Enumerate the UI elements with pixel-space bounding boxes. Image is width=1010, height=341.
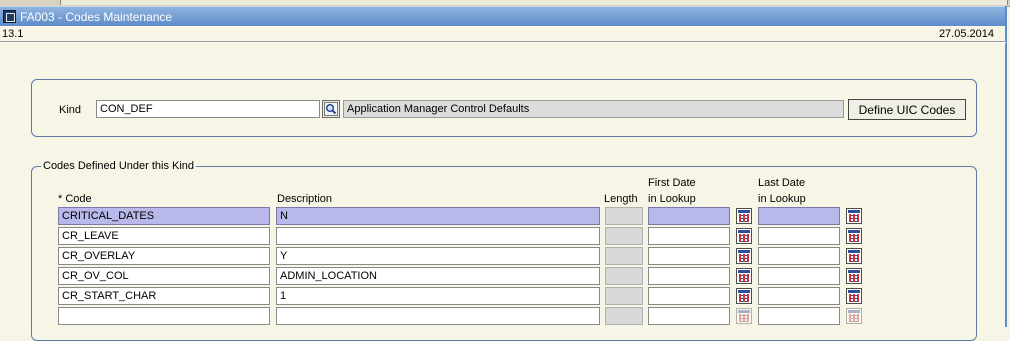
length-cell bbox=[605, 227, 643, 245]
code-cell[interactable]: CR_OV_COL bbox=[58, 267, 270, 285]
code-column-header: * Code bbox=[58, 193, 92, 205]
length-cell bbox=[605, 247, 643, 265]
description-cell[interactable] bbox=[276, 307, 600, 325]
calendar-icon[interactable] bbox=[846, 308, 862, 324]
kind-label: Kind bbox=[59, 104, 82, 116]
define-uic-codes-button[interactable]: Define UIC Codes bbox=[848, 99, 966, 120]
first-date-cell[interactable] bbox=[648, 287, 730, 305]
code-cell[interactable] bbox=[58, 307, 270, 325]
description-cell[interactable]: ADMIN_LOCATION bbox=[276, 267, 600, 285]
calendar-icon[interactable] bbox=[736, 288, 752, 304]
description-cell[interactable]: Y bbox=[276, 247, 600, 265]
first-date-cell[interactable] bbox=[648, 247, 730, 265]
calendar-icon[interactable] bbox=[846, 248, 862, 264]
last-date-header-line1: Last Date bbox=[758, 177, 806, 189]
description-cell[interactable]: 1 bbox=[276, 287, 600, 305]
calendar-icon[interactable] bbox=[846, 288, 862, 304]
description-column-header: Description bbox=[277, 193, 333, 205]
window-titlebar: FA003 - Codes Maintenance bbox=[0, 6, 1006, 26]
length-cell bbox=[605, 287, 643, 305]
first-date-header-line1: First Date bbox=[648, 177, 696, 189]
codes-section-title: Codes Defined Under this Kind bbox=[41, 160, 197, 172]
first-date-cell[interactable] bbox=[648, 227, 730, 245]
window-right-border bbox=[1005, 6, 1007, 327]
calendar-icon[interactable] bbox=[736, 208, 752, 224]
first-date-header-line2: in Lookup bbox=[648, 193, 696, 205]
app-window-icon bbox=[3, 10, 16, 23]
description-cell[interactable]: N bbox=[276, 207, 600, 225]
calendar-icon[interactable] bbox=[846, 268, 862, 284]
last-date-cell[interactable] bbox=[758, 287, 840, 305]
calendar-icon[interactable] bbox=[846, 208, 862, 224]
date-label: 27.05.2014 bbox=[938, 28, 994, 40]
kind-lov-button[interactable] bbox=[322, 100, 340, 118]
search-lov-icon bbox=[324, 102, 338, 116]
last-date-cell[interactable] bbox=[758, 307, 840, 325]
version-label: 13.1 bbox=[2, 28, 24, 40]
last-date-cell[interactable] bbox=[758, 207, 840, 225]
length-cell bbox=[605, 267, 643, 285]
last-date-cell[interactable] bbox=[758, 227, 840, 245]
last-date-cell[interactable] bbox=[758, 247, 840, 265]
calendar-icon[interactable] bbox=[736, 248, 752, 264]
first-date-cell[interactable] bbox=[648, 267, 730, 285]
calendar-icon[interactable] bbox=[846, 228, 862, 244]
code-cell[interactable]: CR_START_CHAR bbox=[58, 287, 270, 305]
length-cell bbox=[605, 207, 643, 225]
code-cell[interactable]: CR_LEAVE bbox=[58, 227, 270, 245]
code-cell[interactable]: CRITICAL_DATES bbox=[58, 207, 270, 225]
length-cell bbox=[605, 307, 643, 325]
length-column-header: Length bbox=[604, 193, 638, 205]
header-divider bbox=[0, 41, 1006, 43]
window-tab-edge bbox=[60, 0, 1008, 5]
calendar-icon[interactable] bbox=[736, 268, 752, 284]
last-date-header-line2: in Lookup bbox=[758, 193, 806, 205]
code-cell[interactable]: CR_OVERLAY bbox=[58, 247, 270, 265]
last-date-cell[interactable] bbox=[758, 267, 840, 285]
first-date-cell[interactable] bbox=[648, 207, 730, 225]
calendar-icon[interactable] bbox=[736, 308, 752, 324]
kind-description: Application Manager Control Defaults bbox=[343, 100, 844, 118]
calendar-icon[interactable] bbox=[736, 228, 752, 244]
first-date-cell[interactable] bbox=[648, 307, 730, 325]
kind-input[interactable]: CON_DEF bbox=[96, 100, 320, 118]
description-cell[interactable] bbox=[276, 227, 600, 245]
window-title: FA003 - Codes Maintenance bbox=[20, 10, 173, 24]
